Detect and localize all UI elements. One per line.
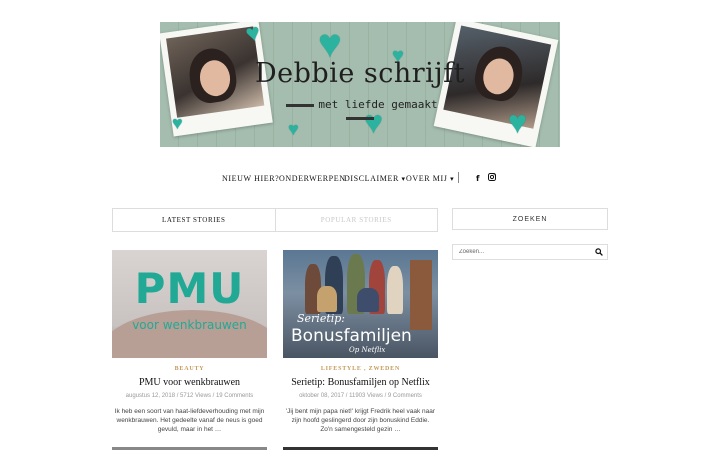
chevron-down-icon: ▾ bbox=[401, 175, 406, 183]
post-category[interactable]: LIFESTYLE , ZWEDEN bbox=[283, 366, 438, 372]
nav-item-nieuw-hier[interactable]: NIEUW HIER? bbox=[222, 174, 279, 183]
nav-item-onderwerpen[interactable]: ONDERWERPEN bbox=[279, 174, 346, 183]
nav-item-over-mij[interactable]: OVER MIJ ▾ bbox=[406, 174, 454, 183]
header-banner[interactable]: ♥ ♥ ♥ ♥ ♥ ♥ ♥ Debbie schrijft met liefde… bbox=[160, 22, 560, 147]
nav-item-disclaimer[interactable]: DISCLAIMER ▾ bbox=[344, 174, 406, 183]
heart-icon: ♥ bbox=[172, 113, 183, 133]
site-title: Debbie schrijft bbox=[254, 58, 465, 89]
post-title[interactable]: PMU voor wenkbrauwen bbox=[112, 377, 267, 388]
tab-latest-stories[interactable]: LATEST STORIES bbox=[113, 209, 276, 231]
search-input[interactable] bbox=[453, 245, 601, 259]
search-box bbox=[452, 244, 608, 260]
post-meta: oktober 08, 2017 / 11903 Views / 9 Comme… bbox=[299, 393, 422, 399]
post-thumbnail[interactable]: PMU voor wenkbrauwen bbox=[112, 250, 267, 358]
post-title[interactable]: Serietip: Bonusfamiljen op Netflix bbox=[283, 377, 438, 388]
heart-icon: ♥ bbox=[508, 104, 527, 140]
post-thumbnail[interactable]: Serietip: Bonusfamiljen Op Netflix bbox=[283, 250, 438, 358]
search-icon[interactable] bbox=[595, 248, 603, 256]
main-nav: NIEUW HIER? ONDERWERPEN DISCLAIMER ▾ OVE… bbox=[0, 172, 720, 186]
sidebar-search-title: ZOEKEN bbox=[452, 208, 608, 230]
nav-divider bbox=[458, 172, 459, 183]
site-tagline: met liefde gemaakt bbox=[270, 98, 450, 124]
story-tabs: LATEST STORIES POPULAR STORIES bbox=[112, 208, 438, 232]
post-excerpt: 'Jij bent mijn papa niet!' krijgt Fredri… bbox=[285, 408, 436, 433]
instagram-icon[interactable] bbox=[488, 173, 496, 183]
chevron-down-icon: ▾ bbox=[450, 175, 455, 183]
facebook-icon[interactable]: f bbox=[476, 174, 480, 183]
post-category[interactable]: BEAUTY bbox=[112, 366, 267, 372]
tab-popular-stories[interactable]: POPULAR STORIES bbox=[276, 209, 438, 231]
post-meta: augustus 12, 2018 / 5712 Views / 19 Comm… bbox=[125, 393, 254, 399]
post-excerpt: Ik heb een soort van haat-liefdeverhoudi… bbox=[114, 408, 265, 433]
